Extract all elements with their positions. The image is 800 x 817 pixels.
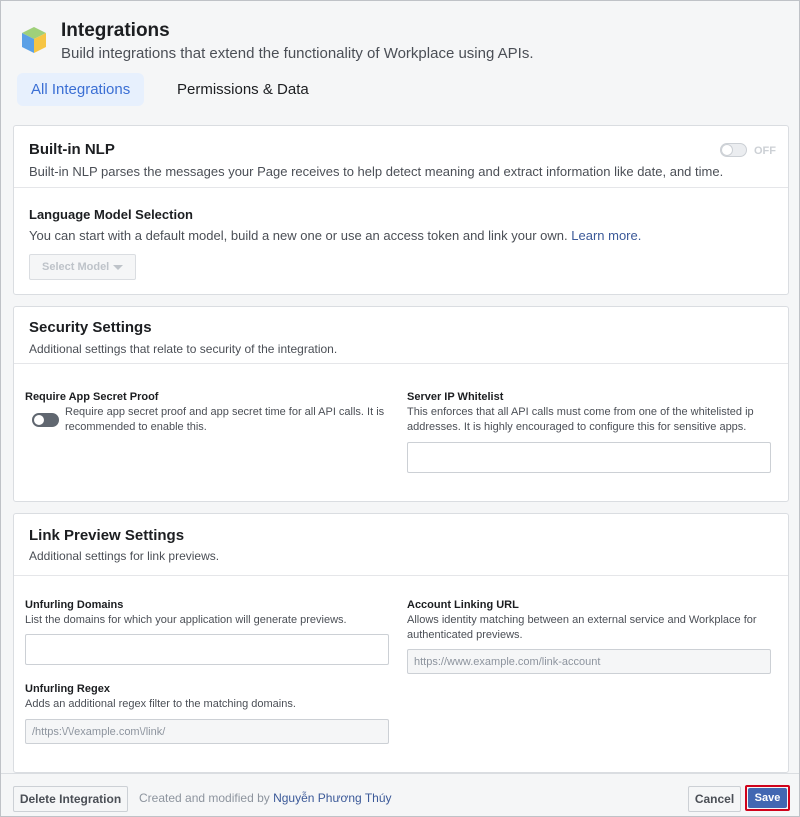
account-linking-input[interactable] (407, 649, 771, 674)
language-model-text: You can start with a default model, buil… (29, 228, 568, 243)
security-card: Security Settings Additional settings th… (13, 306, 789, 502)
select-model-dropdown[interactable]: Select Model (29, 254, 137, 280)
created-by-text: Created and modified by Nguyễn Phương Th… (139, 791, 392, 805)
link-preview-title: Link Preview Settings (29, 527, 185, 544)
page-title: Integrations (61, 20, 170, 41)
unfurling-domains-input[interactable] (25, 634, 389, 665)
tab-all-integrations[interactable]: All Integrations (17, 73, 145, 106)
language-model-description: You can start with a default model, buil… (29, 228, 641, 243)
security-title: Security Settings (29, 319, 152, 336)
save-button[interactable]: Save (748, 788, 787, 808)
nlp-toggle-label: OFF (754, 145, 776, 157)
account-linking-label: Account Linking URL (407, 599, 519, 611)
secret-proof-toggle[interactable] (32, 413, 59, 427)
nlp-toggle-knob (721, 144, 733, 156)
integrations-window: Integrations Build integrations that ext… (0, 0, 800, 817)
account-linking-description: Allows identity matching between an exte… (407, 614, 757, 641)
unfurling-domains-label: Unfurling Domains (25, 599, 124, 611)
learn-more-link[interactable]: Learn more. (571, 228, 641, 243)
secret-proof-description: Require app secret proof and app secret … (65, 406, 385, 433)
link-preview-card-header: Link Preview Settings Additional setting… (14, 514, 788, 576)
nlp-toggle[interactable] (720, 143, 747, 157)
security-description: Additional settings that relate to secur… (29, 342, 338, 356)
ip-whitelist-input[interactable] (407, 442, 771, 473)
ip-whitelist-description: This enforces that all API calls must co… (407, 406, 754, 433)
chevron-down-icon (113, 264, 124, 270)
page-header: Integrations Build integrations that ext… (1, 1, 799, 114)
unfurling-regex-label: Unfurling Regex (25, 683, 110, 695)
created-by-prefix: Created and modified by (139, 791, 270, 805)
secret-proof-toggle-knob (33, 414, 45, 426)
tab-permissions-data[interactable]: Permissions & Data (163, 73, 323, 106)
cancel-button[interactable]: Cancel (688, 786, 741, 812)
page-subtitle: Build integrations that extend the funct… (61, 45, 534, 62)
link-preview-description: Additional settings for link previews. (29, 549, 220, 563)
nlp-card-header: Built-in NLP OFF Built-in NLP parses the… (14, 126, 788, 188)
ip-whitelist-label: Server IP Whitelist (407, 391, 504, 403)
nlp-card: Built-in NLP OFF Built-in NLP parses the… (13, 125, 789, 295)
secret-proof-label: Require App Secret Proof (25, 391, 159, 403)
created-by-user-link[interactable]: Nguyễn Phương Thúy (273, 791, 391, 805)
unfurling-regex-description: Adds an additional regex filter to the m… (25, 698, 296, 710)
security-card-header: Security Settings Additional settings th… (14, 307, 788, 364)
language-model-title: Language Model Selection (29, 207, 193, 222)
nlp-description: Built-in NLP parses the messages your Pa… (29, 164, 724, 179)
cube-icon (22, 27, 46, 53)
nlp-title: Built-in NLP (29, 141, 115, 158)
delete-integration-button[interactable]: Delete Integration (13, 786, 128, 812)
unfurling-regex-input[interactable] (25, 719, 389, 744)
link-preview-card: Link Preview Settings Additional setting… (13, 513, 789, 773)
select-model-label: Select Model (42, 261, 110, 273)
unfurling-domains-description: List the domains for which your applicat… (25, 614, 347, 626)
